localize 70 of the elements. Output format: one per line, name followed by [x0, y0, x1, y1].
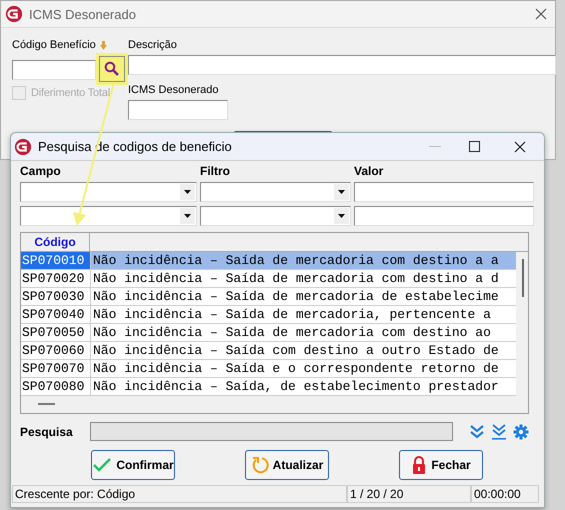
search-icon	[104, 61, 120, 77]
grid-row[interactable]: SP070040 Não incidência – Saída de mercadoria, pertencente a	[21, 306, 516, 324]
table-cell: SP070060	[21, 342, 91, 359]
grid-row[interactable]: SP070010 Não incidência – Saída de mercadoria com destino a a	[21, 252, 516, 270]
table-cell: SP070020	[21, 270, 91, 287]
logo-icon	[5, 5, 23, 23]
dropdown-arrow-icon	[184, 190, 191, 194]
code-input[interactable]	[12, 60, 96, 80]
table-cell-text: Não incidência – Saída de mercadoria, pertencente a	[92, 306, 491, 323]
chevron-bar-icon[interactable]	[491, 424, 507, 440]
logo-icon	[14, 138, 32, 156]
scrollbar[interactable]	[522, 259, 524, 297]
value-input[interactable]	[354, 206, 534, 226]
refresh-icon	[250, 456, 269, 474]
field-label: ICMS Desonerado	[128, 83, 220, 97]
close-icon[interactable]	[514, 140, 526, 152]
close-button[interactable]: Fechar	[399, 450, 483, 480]
table-cell: SP070080	[21, 378, 91, 395]
table-cell-text: Não incidência – Saída com destino a outro Estado de	[92, 342, 499, 359]
padlock-icon	[411, 456, 428, 474]
icms-input[interactable]	[128, 100, 228, 120]
refresh-button[interactable]: Atualizar	[245, 450, 329, 480]
column-label: Campo	[20, 165, 62, 178]
field-label: Código Benefício	[12, 38, 96, 52]
grid-row[interactable]: SP070070 Não incidência – Saída e o correspondente retorno de	[21, 360, 516, 378]
table-cell-text: Não incidência – Saída de mercadoria de estabelecime	[92, 288, 499, 305]
grid-row[interactable]: SP070060 Não incidência – Saída com destino a outro Estado de	[21, 342, 516, 360]
search-input[interactable]	[90, 422, 453, 441]
value-input[interactable]	[354, 182, 534, 202]
filter-dropdown[interactable]	[200, 206, 351, 226]
table-cell-text: Não incidência – Saída de mercadoria com destino ao	[92, 324, 491, 341]
grid-row[interactable]: SP070020 Não incidência – Saída de mercadoria com destino a d	[21, 270, 516, 288]
down-arrow-icon	[100, 40, 107, 50]
settings-icon[interactable]	[513, 424, 529, 440]
table-cell: SP070030	[21, 288, 91, 305]
window-title: ICMS Desonerado	[29, 6, 137, 22]
status-text: Crescente por: Código	[12, 485, 347, 503]
table-cell: SP070050	[21, 324, 91, 341]
grid-row[interactable]: SP070050 Não incidência – Saída de mercadoria com destino ao	[21, 324, 516, 342]
maximize-icon[interactable]	[469, 141, 480, 152]
table-cell-text: Não incidência – Saída de mercadoria com destino a a	[92, 252, 499, 269]
status-text: 1 / 20 / 20	[347, 485, 471, 503]
field-dropdown[interactable]	[20, 206, 197, 226]
table-cell-text: Não incidência – Saída, de estabelecimento prestador	[92, 378, 499, 395]
checkbox-label: Diferimento Total	[31, 87, 110, 99]
table-cell: SP070040	[21, 306, 91, 323]
table-cell-text: Não incidência – Saída e o correspondente retorno de	[92, 360, 499, 377]
close-icon[interactable]	[535, 8, 547, 20]
field-dropdown[interactable]	[20, 182, 197, 202]
grid-row[interactable]: SP070080 Não incidência – Saída, de estabelecimento prestador	[21, 378, 516, 396]
search-label: Pesquisa	[20, 424, 74, 438]
dash-icon	[38, 403, 55, 405]
status-text: 00:00:00	[471, 485, 539, 503]
field-label: Descrição	[128, 38, 178, 52]
column-label: Filtro	[200, 165, 231, 178]
column-header[interactable]: Código	[21, 233, 90, 251]
description-input[interactable]	[128, 55, 556, 75]
table-cell-text: Não incidência – Saída de mercadoria com destino a d	[92, 270, 499, 287]
checkmark-icon	[92, 457, 112, 473]
grid-row[interactable]: SP070030 Não incidência – Saída de mercadoria de estabelecime	[21, 288, 516, 306]
filter-dropdown[interactable]	[200, 182, 351, 202]
table-cell: SP070010	[21, 252, 91, 269]
dropdown-arrow-icon	[184, 214, 191, 218]
dropdown-arrow-icon	[338, 190, 345, 194]
column-label: Valor	[354, 165, 384, 178]
dropdown-arrow-icon	[338, 214, 345, 218]
double-chevron-icon[interactable]	[469, 424, 485, 440]
search-button[interactable]	[96, 53, 128, 85]
confirm-button[interactable]: Confirmar	[91, 450, 175, 480]
table-cell: SP070070	[21, 360, 91, 377]
